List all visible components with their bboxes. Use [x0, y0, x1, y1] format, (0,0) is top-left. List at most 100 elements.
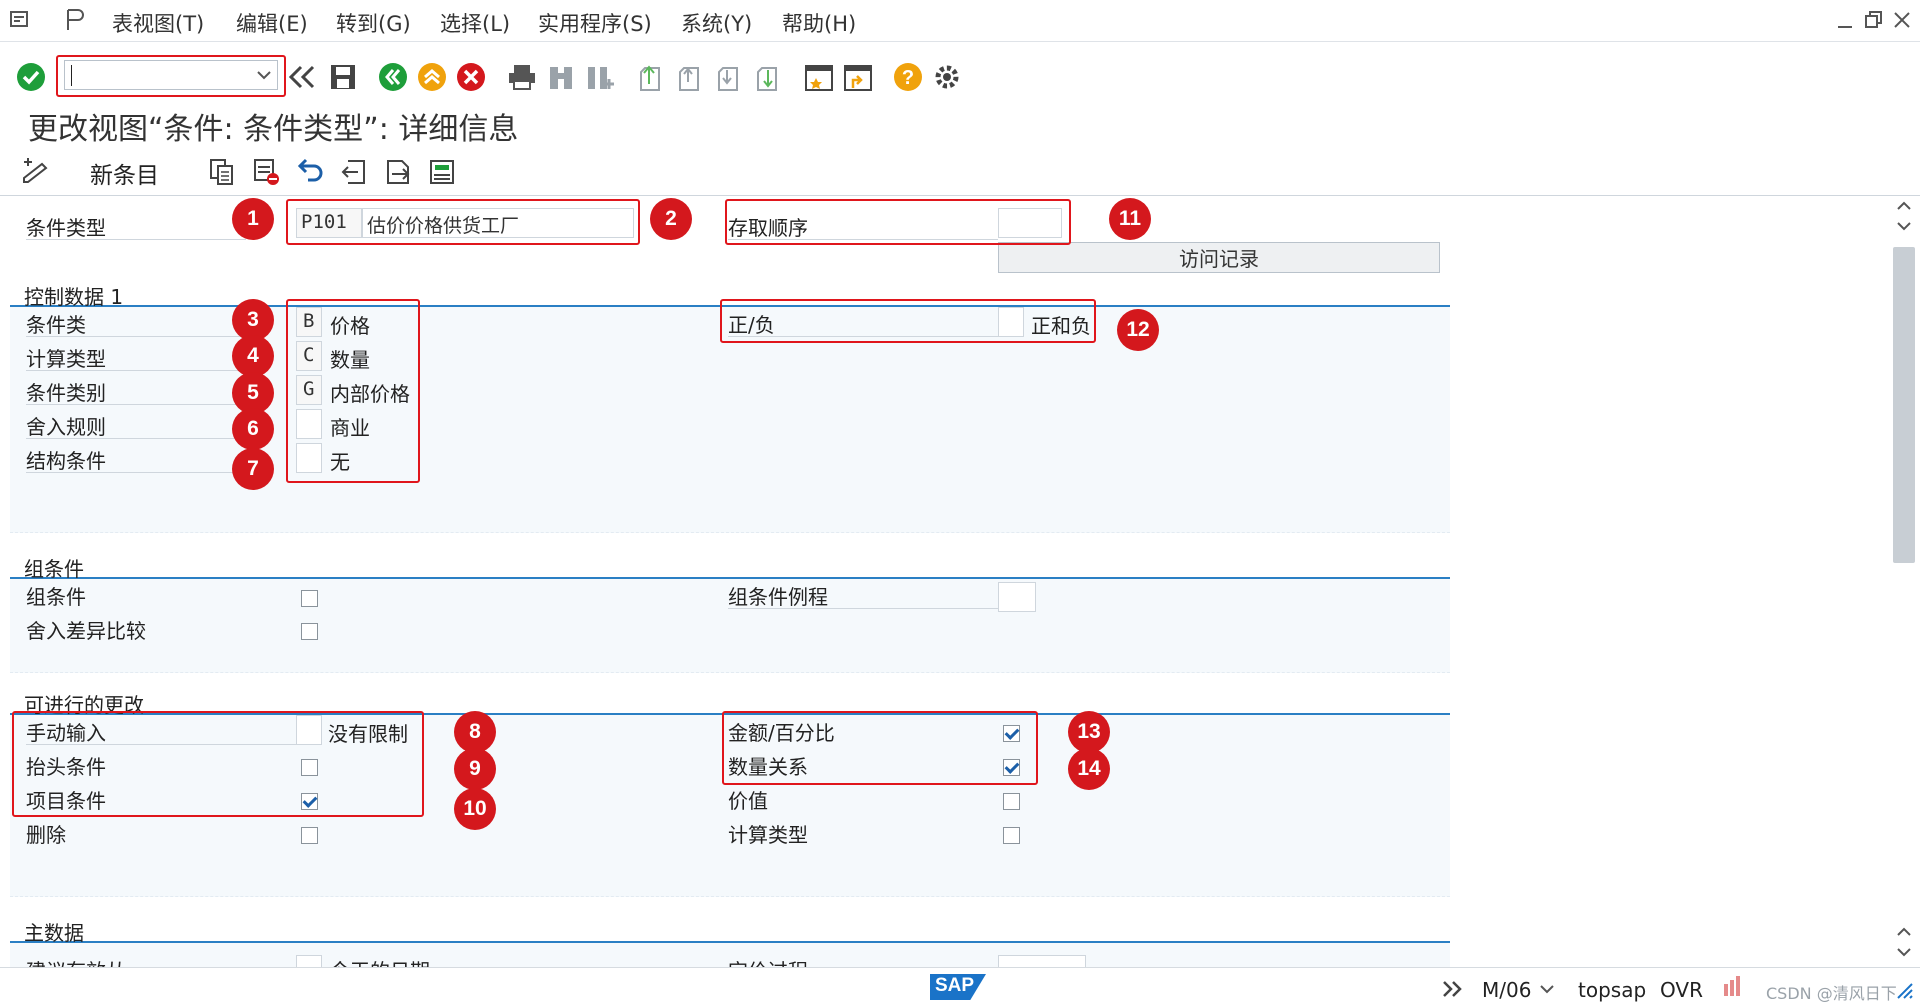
- svg-text:?: ?: [902, 67, 914, 89]
- group-routine-field[interactable]: [998, 582, 1036, 612]
- prev-entry-icon[interactable]: [340, 158, 368, 191]
- annotation-badge-10: 10: [454, 788, 496, 830]
- group-routine-label: 组条件例程: [728, 579, 998, 609]
- group-cond-label: 组条件: [26, 585, 86, 609]
- scroll-down-small-icon[interactable]: [1897, 221, 1911, 231]
- next-page-icon[interactable]: [712, 60, 746, 94]
- cancel-icon[interactable]: [454, 60, 488, 94]
- annotation-badge-4: 4: [232, 335, 274, 377]
- performance-icon: [1724, 976, 1740, 996]
- changes-calc-type-label: 计算类型: [728, 823, 808, 847]
- pricing-proc-label: 定价过程: [728, 955, 808, 967]
- annotation-badge-6: 6: [232, 408, 274, 450]
- rounding-diff-checkbox[interactable]: [301, 623, 318, 640]
- chevron-down-icon[interactable]: [257, 71, 271, 81]
- rounding-rule-label: 舍入规则: [26, 409, 246, 439]
- scroll-up-bottom-icon[interactable]: [1897, 927, 1911, 937]
- calc-type-label: 计算类型: [26, 341, 246, 371]
- menu-utilities[interactable]: 实用程序(S): [538, 8, 652, 38]
- annotation-badge-9: 9: [454, 748, 496, 790]
- prev-page-icon[interactable]: [673, 60, 707, 94]
- annotation-box-changes-right: [722, 711, 1038, 785]
- annotation-badge-13: 13: [1068, 711, 1110, 753]
- insert-mode: OVR: [1660, 978, 1703, 1002]
- content-area: 条件类型 P101 估价价格供货工厂 存取顺序 访问记录 控制数据 1 条件类 …: [0, 197, 1888, 967]
- value-checkbox[interactable]: [1003, 793, 1020, 810]
- pricing-proc-field[interactable]: [998, 955, 1086, 967]
- resize-grip-icon[interactable]: [1896, 982, 1914, 1000]
- check-icon[interactable]: [14, 60, 48, 94]
- shortcut-icon[interactable]: [841, 60, 875, 94]
- valid-from-field[interactable]: [296, 955, 322, 967]
- last-page-icon[interactable]: [751, 60, 785, 94]
- server-name: topsap: [1578, 978, 1647, 1002]
- restore-icon[interactable]: [1864, 10, 1884, 35]
- expand-status-icon[interactable]: [1442, 980, 1464, 998]
- structure-cond-label: 结构条件: [26, 443, 246, 473]
- first-page-icon[interactable]: [634, 60, 668, 94]
- scroll-up-icon[interactable]: [1897, 201, 1911, 211]
- display-change-icon[interactable]: [20, 156, 50, 191]
- control-data-title: 控制数据 1: [24, 285, 124, 309]
- back-icon[interactable]: [285, 60, 319, 94]
- annotation-box-control-data: [286, 299, 420, 483]
- group-condition-section: 组条件: [10, 549, 1450, 673]
- delete-checkbox[interactable]: [301, 827, 318, 844]
- menu-help[interactable]: 帮助(H): [782, 8, 856, 38]
- menu-select[interactable]: 选择(L): [440, 8, 510, 38]
- watermark-text: CSDN @清风日下: [1766, 984, 1897, 1003]
- nav-back-icon[interactable]: [376, 60, 410, 94]
- changes-calc-type-checkbox[interactable]: [1003, 827, 1020, 844]
- annotation-badge-12: 12: [1117, 309, 1159, 351]
- annotation-box-changes-left: [12, 711, 424, 817]
- valid-from-label: 建议有效从: [26, 955, 126, 967]
- rounding-diff-label: 舍入差异比较: [26, 619, 146, 643]
- delete-icon[interactable]: [252, 158, 280, 191]
- menu-table-view[interactable]: 表视图(T): [112, 8, 204, 38]
- condition-class-label: 条件类: [26, 307, 246, 337]
- print-icon[interactable]: [505, 60, 539, 94]
- value-label: 价值: [728, 789, 768, 813]
- find-next-icon[interactable]: [583, 60, 617, 94]
- command-field[interactable]: [64, 60, 278, 90]
- close-window-icon[interactable]: [1892, 10, 1912, 35]
- access-records-button[interactable]: 访问记录: [998, 242, 1440, 273]
- menu-edit[interactable]: 编辑(E): [236, 8, 308, 38]
- status-bar: SAP M/06 topsap OVR CSDN @清风日下: [0, 967, 1920, 1008]
- valid-from-text: 今天的日期: [330, 955, 430, 967]
- condition-category-label: 条件类别: [26, 375, 246, 405]
- group-condition-header: 组条件: [10, 549, 1450, 581]
- exit-icon[interactable]: [415, 60, 449, 94]
- settings-icon[interactable]: [930, 60, 964, 94]
- layout-icon[interactable]: [64, 8, 86, 37]
- vertical-scrollbar[interactable]: [1888, 197, 1920, 967]
- annotation-box-plus-minus: [720, 299, 1096, 343]
- help-icon[interactable]: ?: [891, 60, 925, 94]
- annotation-badge-2: 2: [650, 198, 692, 240]
- menu-icon[interactable]: [10, 9, 32, 34]
- page-title: 更改视图“条件: 条件类型”: 详细信息: [28, 112, 519, 147]
- scroll-down-icon[interactable]: [1897, 947, 1911, 957]
- new-session-icon[interactable]: [802, 60, 836, 94]
- annotation-badge-14: 14: [1068, 748, 1110, 790]
- next-entry-icon[interactable]: [384, 158, 412, 191]
- undo-icon[interactable]: [296, 158, 324, 191]
- minimize-icon[interactable]: [1836, 12, 1854, 36]
- annotation-box-condition-type: [286, 199, 640, 245]
- save-icon[interactable]: [326, 60, 360, 94]
- select-block-icon[interactable]: [428, 158, 456, 191]
- new-entries-button[interactable]: 新条目: [90, 156, 159, 190]
- application-toolbar: [0, 150, 1920, 196]
- menu-goto[interactable]: 转到(G): [336, 8, 411, 38]
- scroll-thumb[interactable]: [1893, 247, 1915, 563]
- copy-as-icon[interactable]: [208, 158, 236, 191]
- group-condition-title: 组条件: [24, 557, 84, 581]
- annotation-box-access-seq: [725, 199, 1071, 245]
- session-dropdown-icon[interactable]: [1540, 984, 1554, 994]
- group-cond-checkbox[interactable]: [301, 590, 318, 607]
- menu-system[interactable]: 系统(Y): [681, 8, 752, 38]
- delete-label: 删除: [26, 823, 66, 847]
- find-icon[interactable]: [544, 60, 578, 94]
- annotation-badge-7: 7: [232, 448, 274, 490]
- annotation-badge-8: 8: [454, 711, 496, 753]
